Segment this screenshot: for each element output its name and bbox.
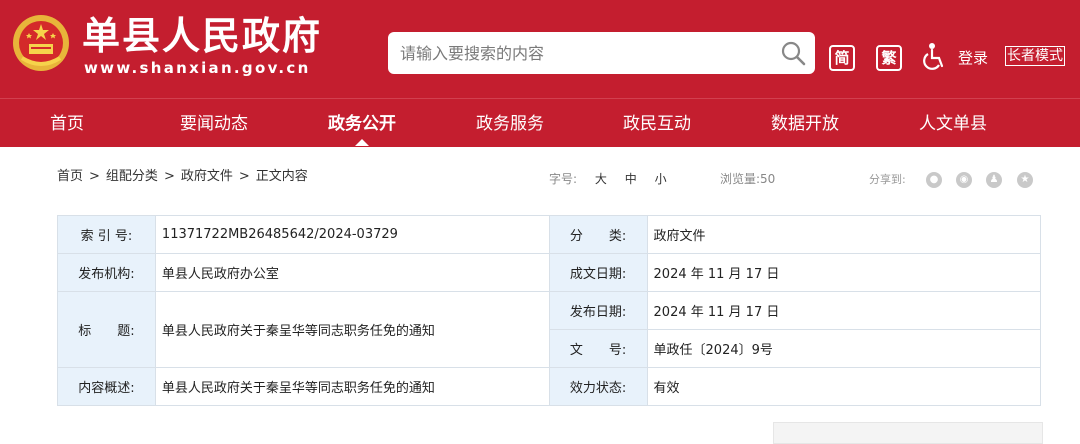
site-header: 单县人民政府 www.shanxian.gov.cn 简 繁 登录 长者模式	[0, 0, 1080, 98]
published-date-value: 2024 年 11 月 17 日	[646, 291, 1042, 330]
traditional-chinese-button[interactable]: 繁	[876, 45, 902, 71]
view-count: 浏览量:50	[720, 170, 775, 188]
font-size-label: 字号:	[549, 172, 578, 186]
search-input[interactable]	[400, 32, 770, 74]
content-panel-edge	[773, 422, 1043, 444]
publisher-value: 单县人民政府办公室	[154, 253, 550, 292]
simplified-chinese-button[interactable]: 简	[829, 45, 855, 71]
main-nav: 首页 要闻动态 政务公开 政务服务 政民互动 数据开放 人文单县	[0, 98, 1080, 147]
index-label: 索 引 号:	[57, 215, 156, 254]
search-icon[interactable]	[780, 40, 806, 66]
category-value: 政府文件	[646, 215, 1042, 254]
national-emblem-icon[interactable]	[12, 14, 70, 72]
nav-item-open-data[interactable]: 数据开放	[771, 99, 839, 147]
title-label: 标 题:	[57, 291, 156, 368]
breadcrumb-gov-docs[interactable]: 政府文件	[181, 169, 233, 184]
breadcrumb-home[interactable]: 首页	[57, 169, 83, 184]
elder-mode-button[interactable]: 长者模式	[1005, 46, 1065, 66]
title-value: 单县人民政府关于秦呈华等同志职务任免的通知	[154, 291, 550, 368]
table-row: 索 引 号: 11371722MB26485642/2024-03729 分 类…	[57, 215, 1042, 254]
status-value: 有效	[646, 367, 1042, 406]
share-label: 分享到:	[869, 173, 906, 186]
status-label: 效力状态:	[548, 367, 648, 406]
table-row: 标 题: 单县人民政府关于秦呈华等同志职务任免的通知 发布日期: 2024 年 …	[57, 291, 1042, 368]
doc-number-label: 文 号:	[548, 329, 648, 368]
active-nav-indicator	[355, 139, 369, 146]
font-small-button[interactable]: 小	[655, 170, 667, 188]
breadcrumb: 首页 > 组配分类 > 政府文件 > 正文内容	[57, 168, 314, 186]
qzone-icon[interactable]: ★	[1017, 172, 1033, 188]
accessibility-icon[interactable]	[922, 42, 948, 70]
font-size-control: 字号: 大 中 小	[549, 170, 667, 188]
summary-value: 单县人民政府关于秦呈华等同志职务任免的通知	[154, 367, 550, 406]
index-value: 11371722MB26485642/2024-03729	[154, 215, 550, 254]
wechat-icon[interactable]: ●	[926, 172, 942, 188]
views-value: 50	[760, 172, 776, 186]
table-row: 内容概述: 单县人民政府关于秦呈华等同志职务任免的通知 效力状态: 有效	[57, 367, 1042, 406]
nav-item-culture[interactable]: 人文单县	[919, 99, 987, 147]
created-date-label: 成文日期:	[548, 253, 648, 292]
breadcrumb-separator: >	[89, 169, 100, 184]
search-box	[388, 32, 815, 74]
views-label: 浏览量:	[720, 172, 761, 186]
font-large-button[interactable]: 大	[595, 170, 607, 188]
publisher-label: 发布机构:	[57, 253, 156, 292]
doc-number-value: 单政任〔2024〕9号	[646, 329, 1042, 368]
created-date-value: 2024 年 11 月 17 日	[646, 253, 1042, 292]
document-meta-table: 索 引 号: 11371722MB26485642/2024-03729 分 类…	[57, 215, 1042, 406]
breadcrumb-category[interactable]: 组配分类	[106, 169, 158, 184]
weibo-icon[interactable]: ◉	[956, 172, 972, 188]
nav-item-news[interactable]: 要闻动态	[180, 99, 248, 147]
breadcrumb-separator: >	[238, 169, 250, 184]
font-medium-button[interactable]: 中	[625, 170, 637, 188]
table-row: 发布机构: 单县人民政府办公室 成文日期: 2024 年 11 月 17 日	[57, 253, 1042, 292]
summary-label: 内容概述:	[57, 367, 156, 406]
nav-item-interaction[interactable]: 政民互动	[623, 99, 691, 147]
qq-icon[interactable]: ♟	[986, 172, 1002, 188]
login-link[interactable]: 登录	[958, 48, 988, 68]
published-date-label: 发布日期:	[548, 291, 648, 330]
nav-item-home[interactable]: 首页	[50, 99, 84, 147]
nav-item-gov-services[interactable]: 政务服务	[476, 99, 544, 147]
site-name[interactable]: 单县人民政府	[82, 14, 322, 58]
breadcrumb-current: 正文内容	[255, 169, 308, 184]
breadcrumb-separator: >	[163, 169, 175, 184]
category-label: 分 类:	[548, 215, 648, 254]
site-url: www.shanxian.gov.cn	[84, 59, 311, 77]
